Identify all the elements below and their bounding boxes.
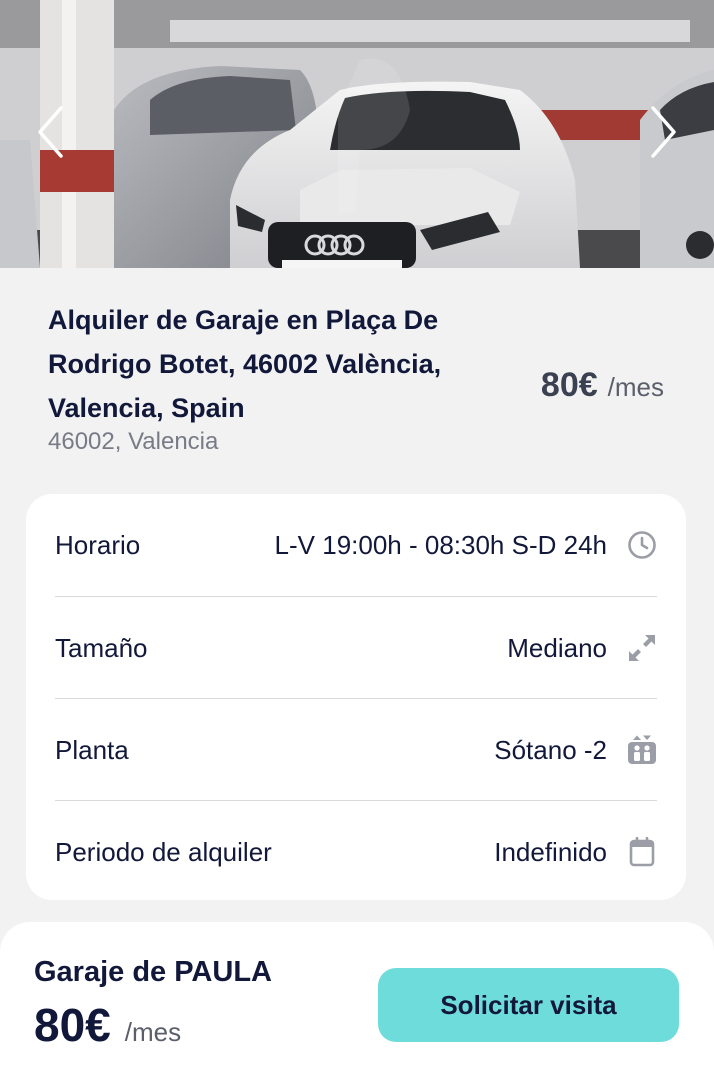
listing-location: 46002, Valencia: [48, 428, 219, 455]
next-photo-button[interactable]: [644, 100, 684, 164]
detail-label: Horario: [55, 529, 141, 560]
booking-price: 80€ /mes: [34, 998, 181, 1052]
elevator-icon: [627, 735, 657, 765]
expand-arrows-icon: [627, 633, 657, 663]
calendar-icon: [627, 837, 657, 867]
clock-icon: [627, 530, 657, 560]
detail-value: Sótano -2: [494, 734, 607, 765]
detail-row-horario: Horario L-V 19:00h - 08:30h S-D 24h: [55, 494, 657, 596]
detail-value: L-V 19:00h - 08:30h S-D 24h: [274, 529, 607, 560]
detail-row-planta: Planta Sótano -2: [55, 698, 657, 801]
previous-photo-button[interactable]: [30, 100, 70, 164]
owner-name: Garaje de PAULA: [34, 956, 272, 988]
detail-label: Planta: [55, 734, 129, 765]
price-unit: /mes: [124, 1017, 182, 1047]
listing-title: Alquiler de Garaje en Plaça De Rodrigo B…: [48, 305, 442, 423]
listing-price: 80€ /mes: [541, 366, 664, 405]
detail-label: Tamaño: [55, 632, 148, 663]
detail-value: Indefinido: [494, 836, 607, 867]
garage-photo-illustration: [0, 0, 714, 268]
listing-photo[interactable]: [0, 0, 714, 268]
chevron-right-icon: [651, 106, 676, 158]
detail-row-tamano: Tamaño Mediano: [55, 596, 657, 699]
detail-value: Mediano: [507, 632, 607, 663]
price-amount: 80€: [34, 999, 111, 1051]
detail-row-periodo: Periodo de alquiler Indefinido: [55, 800, 657, 903]
booking-bar: Garaje de PAULA 80€ /mes Solicitar visit…: [0, 922, 714, 1082]
chevron-left-icon: [38, 106, 63, 158]
request-visit-button[interactable]: Solicitar visita: [378, 968, 679, 1042]
price-amount: 80€: [540, 366, 598, 404]
details-card: Horario L-V 19:00h - 08:30h S-D 24h Tama…: [26, 494, 686, 900]
price-unit: /mes: [607, 372, 664, 402]
detail-label: Periodo de alquiler: [55, 836, 272, 867]
